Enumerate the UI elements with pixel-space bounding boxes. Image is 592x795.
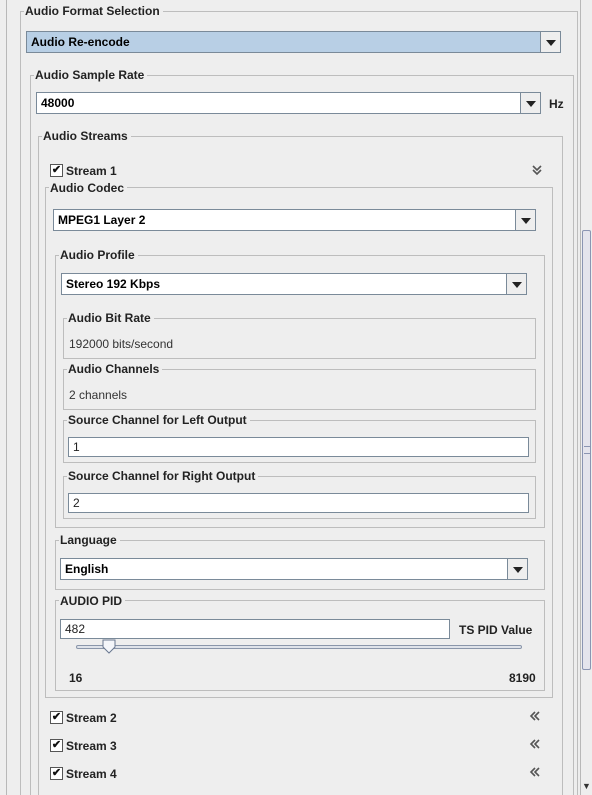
stream-3-label[interactable]: Stream 3 xyxy=(66,739,117,753)
sample-rate-legend: Audio Sample Rate xyxy=(34,68,148,82)
channels-value: 2 channels xyxy=(69,388,128,402)
audio-format-legend: Audio Format Selection xyxy=(24,4,163,18)
left-source-input[interactable]: 1 xyxy=(68,437,529,457)
checkmark-icon: ✔ xyxy=(51,767,62,779)
chevron-double-left-icon[interactable] xyxy=(529,738,541,750)
slider-thumb-icon[interactable] xyxy=(102,639,116,654)
right-source-input[interactable]: 2 xyxy=(68,493,529,513)
language-legend: Language xyxy=(59,533,120,547)
stream-4-label[interactable]: Stream 4 xyxy=(66,767,117,781)
audio-pid-input[interactable]: 482 xyxy=(60,619,450,639)
chevron-down-icon[interactable] xyxy=(540,32,560,52)
audio-codec-dropdown[interactable]: MPEG1 Layer 2 xyxy=(53,209,536,231)
audio-codec-legend: Audio Codec xyxy=(49,181,127,195)
chevron-double-down-icon[interactable] xyxy=(531,164,543,176)
stream-1-checkbox[interactable]: ✔ xyxy=(50,164,63,177)
stream-4-checkbox[interactable]: ✔ xyxy=(50,767,63,780)
sample-rate-unit: Hz xyxy=(549,97,564,111)
chevron-down-icon[interactable] xyxy=(520,93,540,113)
chevron-down-icon[interactable] xyxy=(507,559,527,579)
language-value: English xyxy=(65,562,109,576)
checkmark-icon: ✔ xyxy=(51,164,62,176)
scroll-down-arrow-icon[interactable]: ▼ xyxy=(582,781,591,791)
stream-2-label[interactable]: Stream 2 xyxy=(66,711,117,725)
ts-pid-label: TS PID Value xyxy=(459,623,533,637)
checkmark-icon: ✔ xyxy=(51,711,62,723)
bit-rate-value: 192000 bits/second xyxy=(69,337,174,351)
audio-format-dropdown[interactable]: Audio Re-encode xyxy=(26,31,561,53)
language-dropdown[interactable]: English xyxy=(60,558,528,580)
right-source-legend: Source Channel for Right Output xyxy=(67,469,259,483)
stream-1-label[interactable]: Stream 1 xyxy=(66,164,117,178)
stream-2-checkbox[interactable]: ✔ xyxy=(50,711,63,724)
audio-profile-value: Stereo 192 Kbps xyxy=(66,277,161,291)
pid-min-label: 16 xyxy=(69,671,83,685)
sample-rate-dropdown[interactable]: 48000 xyxy=(36,92,541,114)
audio-pid-legend: AUDIO PID xyxy=(59,594,126,608)
chevron-down-icon[interactable] xyxy=(506,274,526,294)
chevron-double-left-icon[interactable] xyxy=(529,710,541,722)
chevron-down-icon[interactable] xyxy=(515,210,535,230)
audio-format-value: Audio Re-encode xyxy=(31,35,130,49)
scrollbar-grip-icon xyxy=(584,446,590,454)
stream-3-checkbox[interactable]: ✔ xyxy=(50,739,63,752)
audio-profile-dropdown[interactable]: Stereo 192 Kbps xyxy=(61,273,527,295)
chevron-double-left-icon[interactable] xyxy=(529,766,541,778)
sample-rate-value: 48000 xyxy=(41,96,75,110)
pid-max-label: 8190 xyxy=(509,671,536,685)
audio-streams-legend: Audio Streams xyxy=(42,129,131,143)
bit-rate-legend: Audio Bit Rate xyxy=(67,311,154,325)
audio-profile-legend: Audio Profile xyxy=(59,248,138,262)
channels-legend: Audio Channels xyxy=(67,362,163,376)
audio-codec-value: MPEG1 Layer 2 xyxy=(58,213,146,227)
audio-pid-slider[interactable] xyxy=(76,645,522,649)
left-source-legend: Source Channel for Left Output xyxy=(67,413,250,427)
checkmark-icon: ✔ xyxy=(51,739,62,751)
